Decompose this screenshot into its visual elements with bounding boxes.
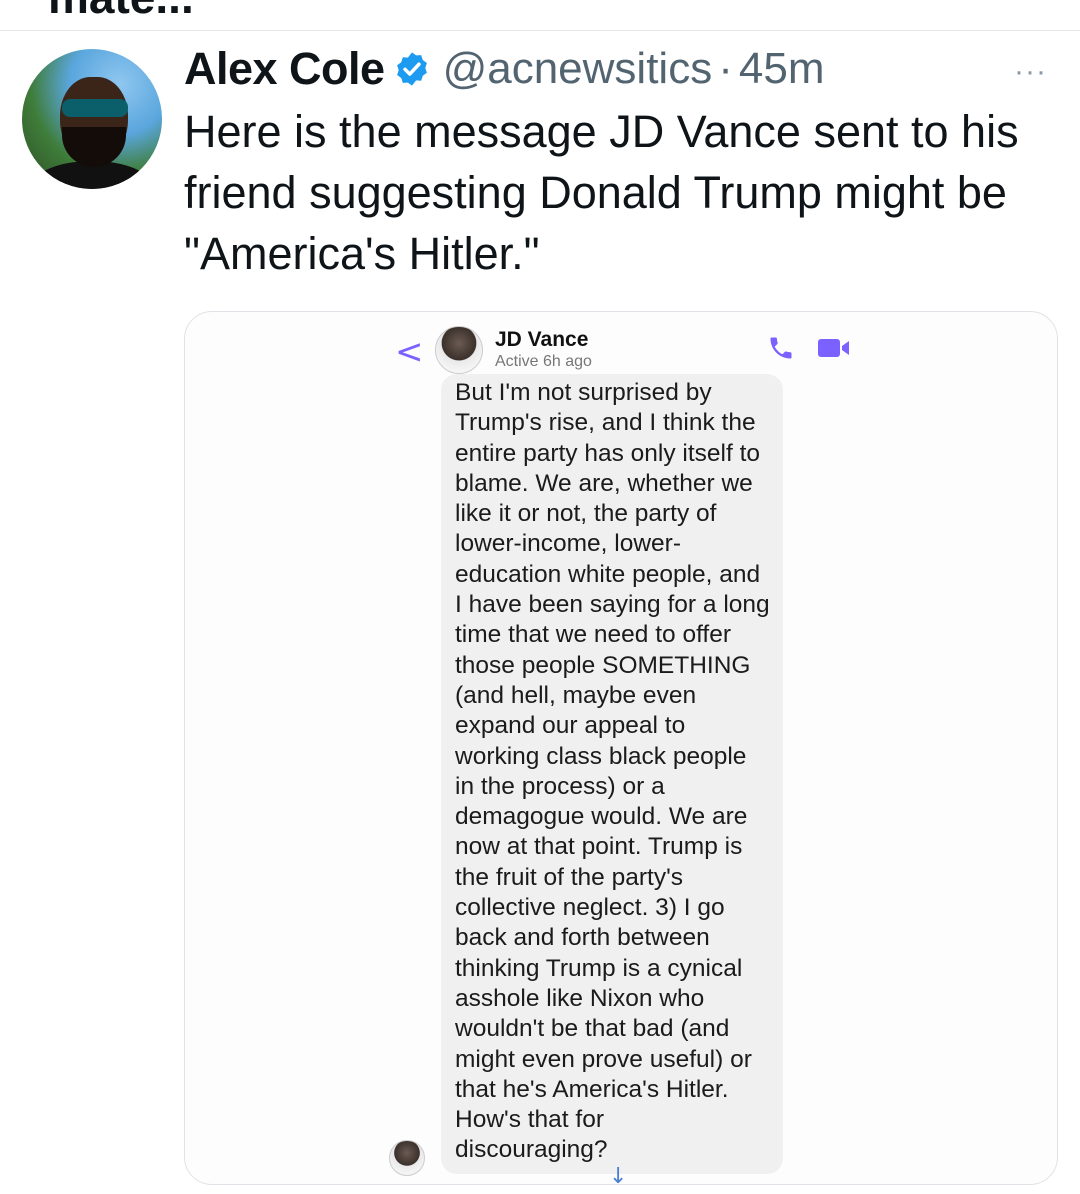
contact-status: Active 6h ago	[495, 353, 592, 370]
verified-badge-icon	[396, 52, 427, 86]
previous-post-cropped: mate...	[0, 0, 1080, 31]
message-text: But I'm not surprised by Trump's rise, a…	[455, 379, 770, 1164]
tweet[interactable]: Alex Cole @acnewsitics · 45m ··· Here is…	[0, 31, 1080, 1194]
video-call-icon	[818, 339, 849, 357]
header-separator: ·	[718, 44, 733, 93]
phone-call-icon	[770, 337, 792, 359]
contact-name: JD Vance	[495, 328, 589, 351]
author-handle[interactable]: @acnewsitics	[443, 44, 713, 94]
tweet-text: Here is the message JD Vance sent to his…	[184, 106, 1019, 279]
tweet-timestamp[interactable]: 45m	[739, 44, 825, 94]
sender-avatar	[389, 1140, 425, 1176]
author-avatar[interactable]	[22, 49, 162, 189]
contact-avatar	[435, 326, 483, 374]
previous-post-text: mate...	[48, 0, 194, 24]
tweet-header: Alex Cole @acnewsitics · 45m	[184, 41, 824, 97]
back-chevron-icon: <	[395, 332, 424, 372]
tweet-media-screenshot[interactable]: < JD Vance Active 6h ago But I'm not sur…	[184, 311, 1058, 1185]
author-name[interactable]: Alex Cole	[184, 43, 385, 95]
scroll-down-arrow-icon: ↓	[609, 1164, 628, 1185]
more-options-icon[interactable]: ···	[1014, 55, 1047, 89]
